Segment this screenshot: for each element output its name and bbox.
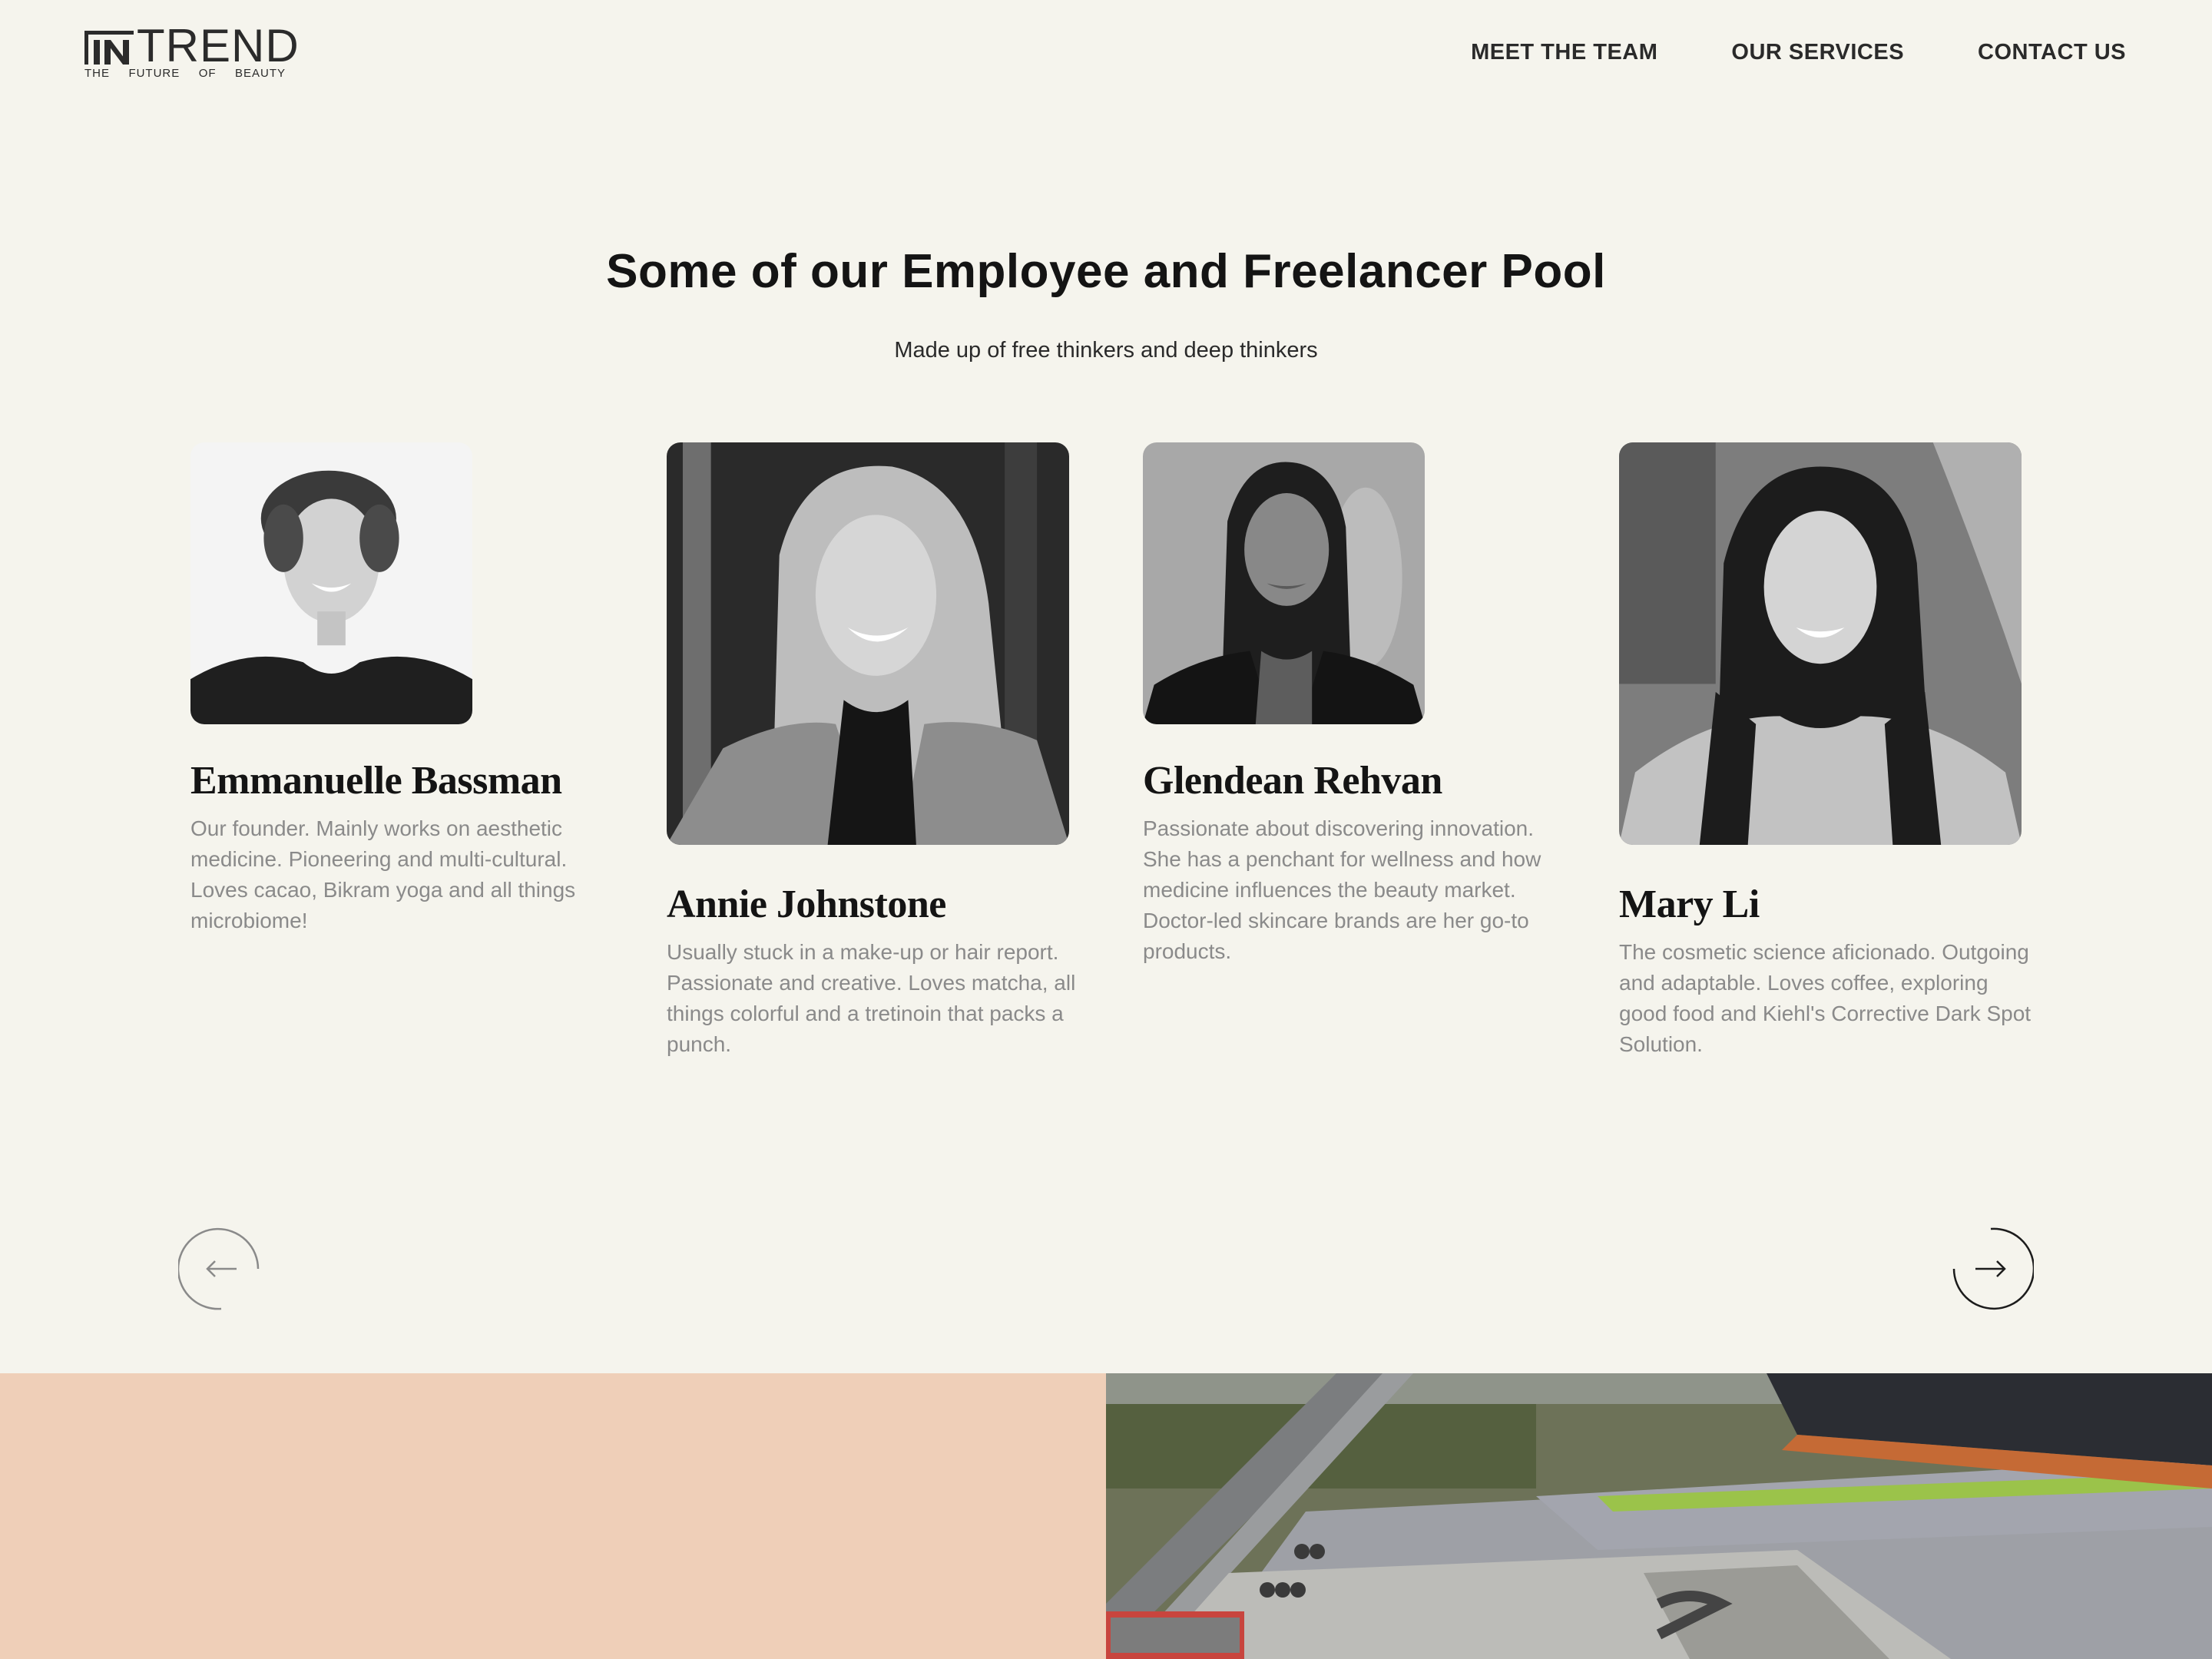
section-subtitle: Made up of free thinkers and deep thinke… bbox=[894, 338, 1318, 363]
tagline-word: OF bbox=[198, 67, 217, 80]
nav-contact-us[interactable]: CONTACT US bbox=[1978, 40, 2126, 65]
team-card: Mary Li The cosmetic science aficionado.… bbox=[1619, 442, 2034, 1060]
aerial-photo-illustration bbox=[1106, 1373, 2212, 1659]
main-nav: MEET THE TEAM OUR SERVICES CONTACT US bbox=[1471, 40, 2126, 65]
nav-meet-the-team[interactable]: MEET THE TEAM bbox=[1471, 40, 1657, 65]
logo-mark-in bbox=[84, 31, 134, 65]
site-header: TREND THE FUTURE OF BEAUTY MEET THE TEAM… bbox=[0, 0, 2212, 108]
peach-color-block bbox=[0, 1373, 1106, 1659]
arrow-left-icon bbox=[177, 1227, 260, 1310]
member-bio: Usually stuck in a make-up or hair repor… bbox=[667, 940, 1076, 1056]
portrait-photo bbox=[1619, 442, 2022, 845]
team-card: Glendean Rehvan Passionate about discove… bbox=[1143, 442, 1558, 967]
portrait-photo bbox=[667, 442, 1069, 845]
tagline-word: BEAUTY bbox=[234, 67, 286, 80]
aerial-city-photo bbox=[1106, 1373, 2212, 1659]
carousel-prev-button[interactable] bbox=[177, 1226, 264, 1312]
member-bio: Passionate about discovering innovation.… bbox=[1143, 816, 1541, 963]
portrait-photo bbox=[190, 442, 472, 724]
tagline-word: FUTURE bbox=[128, 67, 180, 80]
tagline-word: THE bbox=[84, 67, 110, 80]
member-bio: Our founder. Mainly works on aesthetic m… bbox=[190, 816, 576, 932]
arrow-right-icon bbox=[1952, 1227, 2035, 1310]
portrait-photo bbox=[1143, 442, 1425, 724]
logo-wordmark: TREND bbox=[137, 20, 300, 71]
section-title: Some of our Employee and Freelancer Pool bbox=[606, 245, 1606, 298]
carousel-next-button[interactable] bbox=[1948, 1226, 2035, 1312]
nav-our-services[interactable]: OUR SERVICES bbox=[1731, 40, 1904, 65]
member-name: Emmanuelle Bassman bbox=[190, 759, 562, 803]
member-name: Glendean Rehvan bbox=[1143, 759, 1442, 803]
member-name: Annie Johnstone bbox=[667, 882, 946, 926]
logo-tagline: THE FUTURE OF BEAUTY bbox=[84, 67, 286, 80]
intrend-logo[interactable]: TREND THE FUTURE OF BEAUTY bbox=[84, 23, 299, 83]
team-card: Emmanuelle Bassman Our founder. Mainly w… bbox=[190, 442, 582, 936]
member-name: Mary Li bbox=[1619, 882, 1760, 926]
member-bio: The cosmetic science aficionado. Outgoin… bbox=[1619, 940, 2032, 1056]
team-card: Annie Johnstone Usually stuck in a make-… bbox=[667, 442, 1081, 1060]
